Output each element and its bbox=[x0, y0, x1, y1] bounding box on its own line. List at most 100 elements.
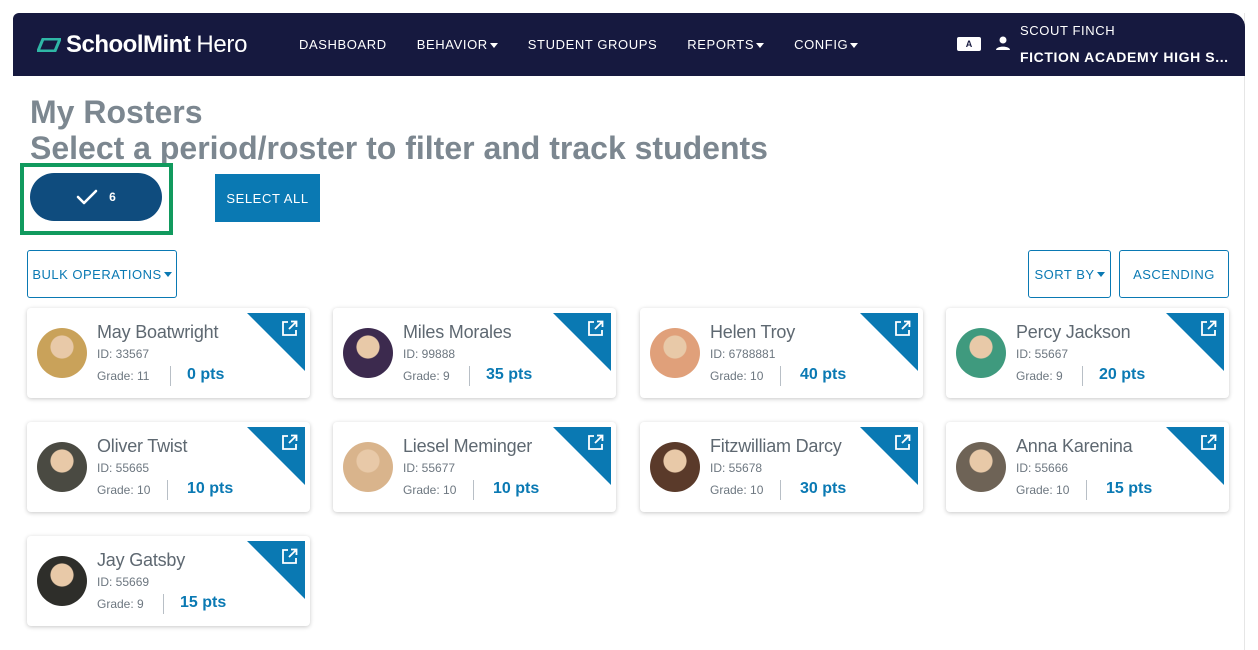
student-points: 30 pts bbox=[800, 480, 847, 497]
student-points: 35 pts bbox=[486, 366, 533, 383]
student-name: Fitzwilliam Darcy bbox=[710, 436, 842, 456]
user-name[interactable]: SCOUT FINCH bbox=[1020, 23, 1115, 38]
student-card[interactable]: Miles Morales ID: 99888 Grade: 9 35 pts bbox=[333, 308, 616, 398]
main-nav: DASHBOARD BEHAVIOR STUDENT GROUPS REPORT… bbox=[299, 13, 888, 76]
external-link-icon[interactable] bbox=[894, 434, 911, 451]
student-name: Helen Troy bbox=[710, 322, 796, 342]
page-title: My Rosters bbox=[30, 94, 203, 130]
student-grade: Grade: 10 bbox=[710, 369, 764, 383]
student-avatar bbox=[650, 442, 700, 492]
student-grade: Grade: 11 bbox=[97, 369, 150, 383]
student-avatar bbox=[956, 328, 1006, 378]
nav-student-groups[interactable]: STUDENT GROUPS bbox=[528, 37, 658, 52]
student-grade: Grade: 10 bbox=[710, 483, 764, 497]
top-navigation-bar: SchoolMint Hero DASHBOARD BEHAVIOR STUDE… bbox=[13, 13, 1245, 76]
points-divider bbox=[780, 366, 781, 386]
select-all-button[interactable]: SELECT ALL bbox=[215, 174, 320, 222]
user-icon bbox=[996, 36, 1010, 50]
student-avatar bbox=[37, 442, 87, 492]
points-divider bbox=[1086, 480, 1087, 500]
external-link-icon[interactable] bbox=[1200, 434, 1217, 451]
caret-down-icon bbox=[850, 42, 859, 48]
student-name: Liesel Meminger bbox=[403, 436, 533, 456]
points-divider bbox=[469, 366, 470, 386]
student-card[interactable]: Fitzwilliam Darcy ID: 55678 Grade: 10 30 pt… bbox=[640, 422, 923, 512]
student-points: 40 pts bbox=[800, 366, 847, 383]
student-grade: Grade: 10 bbox=[97, 483, 151, 497]
page-subtitle: Select a period/roster to filter and tra… bbox=[30, 130, 768, 166]
caret-down-icon bbox=[163, 272, 172, 277]
student-avatar bbox=[343, 328, 393, 378]
bulk-operations-button[interactable]: BULK OPERATIONS bbox=[27, 250, 177, 298]
student-avatar bbox=[343, 442, 393, 492]
nav-config[interactable]: CONFIG bbox=[794, 37, 859, 52]
student-id: ID: 55678 bbox=[710, 461, 763, 475]
student-points: 0 pts bbox=[187, 366, 225, 383]
student-points: 10 pts bbox=[187, 480, 234, 497]
nav-behavior[interactable]: BEHAVIOR bbox=[417, 37, 498, 52]
student-grade: Grade: 10 bbox=[403, 483, 457, 497]
student-id: ID: 55665 bbox=[97, 461, 150, 475]
student-points: 15 pts bbox=[180, 594, 227, 611]
student-points: 10 pts bbox=[493, 480, 540, 497]
student-avatar bbox=[37, 556, 87, 606]
external-link-icon[interactable] bbox=[587, 434, 604, 451]
caret-down-icon bbox=[1096, 272, 1105, 277]
student-grade: Grade: 9 bbox=[1016, 369, 1063, 383]
external-link-icon[interactable] bbox=[281, 548, 298, 565]
nav-dashboard[interactable]: DASHBOARD bbox=[299, 37, 387, 52]
student-id: ID: 6788881 bbox=[710, 347, 776, 361]
translate-icon[interactable]: A bbox=[957, 37, 981, 51]
student-id: ID: 55677 bbox=[403, 461, 456, 475]
student-grade: Grade: 9 bbox=[403, 369, 450, 383]
points-divider bbox=[170, 366, 171, 386]
student-name: Miles Morales bbox=[403, 322, 512, 342]
student-grade: Grade: 10 bbox=[1016, 483, 1070, 497]
student-name: Percy Jackson bbox=[1016, 322, 1131, 342]
external-link-icon[interactable] bbox=[281, 434, 298, 451]
logo-mark-icon bbox=[37, 38, 61, 52]
points-divider bbox=[780, 480, 781, 500]
logo-brand-text: SchoolMint bbox=[66, 31, 191, 58]
student-card[interactable]: Jay Gatsby ID: 55669 Grade: 9 15 pts bbox=[27, 536, 310, 626]
student-id: ID: 99888 bbox=[403, 347, 456, 361]
nav-student-groups-label: STUDENT GROUPS bbox=[527, 37, 658, 52]
student-card[interactable]: Helen Troy ID: 6788881 Grade: 10 40 pts bbox=[640, 308, 923, 398]
nav-reports-label: REPORTS bbox=[687, 37, 755, 52]
student-avatar bbox=[650, 328, 700, 378]
student-name: Oliver Twist bbox=[97, 436, 188, 456]
nav-behavior-label: BEHAVIOR bbox=[416, 37, 488, 52]
student-avatar bbox=[37, 328, 87, 378]
student-id: ID: 33567 bbox=[97, 347, 150, 361]
external-link-icon[interactable] bbox=[281, 320, 298, 337]
student-points: 20 pts bbox=[1099, 366, 1146, 383]
external-link-icon[interactable] bbox=[894, 320, 911, 337]
nav-reports[interactable]: REPORTS bbox=[687, 37, 765, 52]
student-card[interactable]: Liesel Meminger ID: 55677 Grade: 10 10 pts bbox=[333, 422, 616, 512]
student-id: ID: 55669 bbox=[97, 575, 150, 589]
external-link-icon[interactable] bbox=[1200, 320, 1217, 337]
points-divider bbox=[163, 594, 164, 614]
nav-dashboard-label: DASHBOARD bbox=[299, 37, 387, 52]
points-divider bbox=[1082, 366, 1083, 386]
student-id: ID: 55666 bbox=[1016, 461, 1069, 475]
student-points: 15 pts bbox=[1106, 480, 1153, 497]
student-grade: Grade: 9 bbox=[97, 597, 144, 611]
bulk-operations-label: BULK OPERATIONS bbox=[32, 266, 162, 282]
user-school[interactable]: FICTION ACADEMY HIGH S... bbox=[1020, 49, 1229, 65]
nav-config-label: CONFIG bbox=[794, 37, 849, 52]
logo-product-text: Hero bbox=[196, 31, 248, 58]
student-card[interactable]: Anna Karenina ID: 55666 Grade: 10 15 pts bbox=[946, 422, 1229, 512]
student-name: Jay Gatsby bbox=[97, 550, 186, 570]
student-card[interactable]: May Boatwright ID: 33567 Grade: 11 0 pts bbox=[27, 308, 310, 398]
sort-by-button[interactable]: SORT BY bbox=[1028, 250, 1111, 298]
student-name: Anna Karenina bbox=[1016, 436, 1133, 456]
ascending-button[interactable]: ASCENDING bbox=[1119, 250, 1229, 298]
roster-pill-button[interactable]: 6 bbox=[30, 173, 162, 221]
student-card[interactable]: Oliver Twist ID: 55665 Grade: 10 10 pts bbox=[27, 422, 310, 512]
student-card[interactable]: Percy Jackson ID: 55667 Grade: 9 20 pts bbox=[946, 308, 1229, 398]
points-divider bbox=[167, 480, 168, 500]
schoolmint-hero-logo[interactable]: SchoolMint Hero bbox=[37, 29, 247, 61]
student-id: ID: 55667 bbox=[1016, 347, 1069, 361]
external-link-icon[interactable] bbox=[587, 320, 604, 337]
